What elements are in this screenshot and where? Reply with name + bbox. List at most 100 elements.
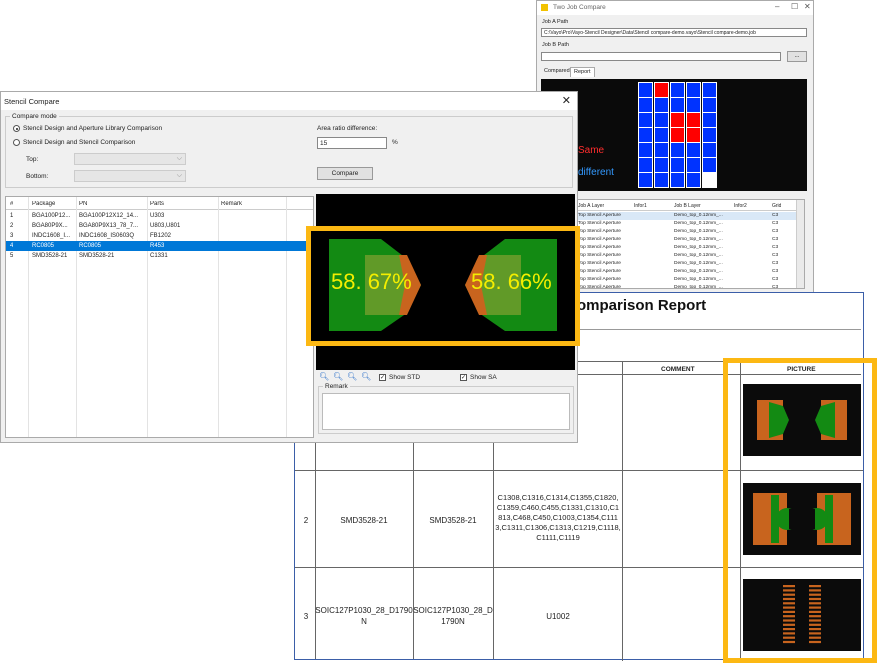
grid-cell[interactable]: [654, 172, 669, 188]
grid-cell[interactable]: [702, 172, 717, 188]
table-row[interactable]: Top Stencil Aperture Demo_top_0.12mm_... C…: [576, 268, 804, 276]
grid-cell[interactable]: [670, 82, 685, 98]
grid-cell[interactable]: [654, 112, 669, 128]
grid-cell[interactable]: [686, 172, 701, 188]
grid-cell[interactable]: [654, 157, 669, 173]
col-divider: [622, 361, 623, 661]
table-cell: C3: [772, 213, 779, 218]
table-cell: Demo_top_0.12mm_...: [674, 285, 723, 289]
grid-cell[interactable]: [638, 127, 653, 143]
zoom-fit-icon[interactable]: 🔍︎: [347, 372, 357, 381]
zoom-window-icon[interactable]: 🔍︎: [361, 372, 371, 381]
col-package[interactable]: Package: [32, 201, 55, 207]
grid-cell[interactable]: [654, 127, 669, 143]
legend-different: different: [578, 167, 614, 178]
col-pn[interactable]: PN: [79, 201, 87, 207]
radio-aperture-library[interactable]: [13, 125, 20, 132]
table-row[interactable]: Top Stencil Aperture Demo_top_0.12mm_... C…: [576, 244, 804, 252]
radio-aperture-library-label[interactable]: Stencil Design and Aperture Library Comp…: [23, 125, 162, 132]
tab-report[interactable]: Report: [570, 67, 595, 77]
grid-cell[interactable]: [702, 142, 717, 158]
grid-cell[interactable]: [670, 112, 685, 128]
radio-stencil-comparison-label[interactable]: Stencil Design and Stencil Comparison: [23, 139, 135, 146]
table-row[interactable]: Top Stencil Aperture Demo_top_0.12mm_... C…: [576, 276, 804, 284]
row-pn: SMD3528-21: [429, 516, 477, 525]
list-item[interactable]: 4 RC0805 RC0805 R453: [6, 241, 313, 251]
table-cell: Top Stencil Aperture: [578, 237, 621, 242]
remark-textarea[interactable]: [322, 393, 570, 430]
compare-mode-group: Compare mode Stencil Design and Aperture…: [5, 113, 573, 188]
maximize-icon[interactable]: ☐: [791, 2, 798, 11]
compare-button[interactable]: Compare: [317, 167, 373, 180]
list-cell: U303: [150, 213, 165, 219]
grid-cell[interactable]: [702, 112, 717, 128]
top-select[interactable]: ⌵: [74, 153, 186, 165]
table-row[interactable]: Top Stencil Aperture Demo_top_0.12mm_... C…: [576, 212, 804, 220]
col-index[interactable]: #: [10, 201, 13, 207]
grid-cell[interactable]: [654, 142, 669, 158]
grid-cell[interactable]: [686, 127, 701, 143]
zoom-out-icon[interactable]: 🔍︎: [333, 372, 343, 381]
table-cell: C3: [772, 237, 779, 242]
grid-cell[interactable]: [686, 157, 701, 173]
job-a-path-field[interactable]: C:\Vayo\Pro\Vayo-Stencil Designer\Data\S…: [541, 28, 807, 37]
tab-compared[interactable]: Compared: [541, 67, 573, 77]
list-cell: 2: [10, 223, 14, 229]
table-row[interactable]: Top Stencil Aperture Demo_top_0.12mm_... C…: [576, 252, 804, 260]
list-item[interactable]: 5 SMD3528-21 SMD3528-21 C1331: [6, 251, 313, 261]
table-row[interactable]: Top Stencil Aperture Demo_top_0.12mm_... C…: [576, 236, 804, 244]
preview-toolbar: 🔍︎ 🔍︎ 🔍︎ 🔍︎ ✓ Show STD ✓ Show SA: [319, 372, 574, 384]
grid-cell[interactable]: [686, 82, 701, 98]
show-std-label: Show STD: [389, 374, 421, 381]
table-row[interactable]: Top Stencil Aperture Demo_top_0.12mm_... C…: [576, 220, 804, 228]
grid-cell[interactable]: [638, 157, 653, 173]
col-comment: COMMENT: [661, 366, 695, 373]
package-list: # Package PN Parts Remark 1 BGA100P12... B…: [5, 196, 314, 438]
table-row[interactable]: Top Stencil Aperture Demo_top_0.12mm_... C…: [576, 228, 804, 236]
grid-cell[interactable]: [670, 157, 685, 173]
col-parts[interactable]: Parts: [150, 201, 164, 207]
minimize-icon[interactable]: –: [775, 2, 779, 11]
grid-cell[interactable]: [702, 157, 717, 173]
chevron-down-icon: ⌵: [176, 155, 182, 162]
grid-cell[interactable]: [702, 82, 717, 98]
col-remark[interactable]: Remark: [221, 201, 242, 207]
bottom-select[interactable]: ⌵: [74, 170, 186, 182]
show-std-checkbox[interactable]: ✓: [379, 374, 386, 381]
table-cell: Demo_top_0.12mm_...: [674, 221, 723, 226]
grid-cell[interactable]: [638, 97, 653, 113]
grid-cell[interactable]: [638, 82, 653, 98]
radio-stencil-comparison[interactable]: [13, 139, 20, 146]
grid-cell[interactable]: [686, 97, 701, 113]
layer-table-scrollbar[interactable]: [796, 200, 804, 288]
grid-cell[interactable]: [654, 97, 669, 113]
grid-cell[interactable]: [702, 127, 717, 143]
grid-cell[interactable]: [638, 112, 653, 128]
table-cell: Demo_top_0.12mm_...: [674, 269, 723, 274]
area-ratio-input[interactable]: 15: [317, 137, 387, 149]
list-item[interactable]: 3 INDC1608_I... INDC1608_IS0603Q FB1202: [6, 231, 313, 241]
browse-button[interactable]: ...: [787, 51, 807, 62]
grid-cell[interactable]: [670, 172, 685, 188]
grid-cell[interactable]: [686, 112, 701, 128]
zoom-in-icon[interactable]: 🔍︎: [319, 372, 329, 381]
grid-cell[interactable]: [670, 142, 685, 158]
table-row[interactable]: Top Stencil Aperture Demo_top_0.12mm_... C…: [576, 284, 804, 289]
job-b-path-field[interactable]: [541, 52, 781, 61]
col-grid: Grid: [772, 203, 782, 209]
grid-cell[interactable]: [670, 127, 685, 143]
show-sa-checkbox[interactable]: ✓: [460, 374, 467, 381]
grid-cell[interactable]: [638, 142, 653, 158]
grid-cell[interactable]: [638, 172, 653, 188]
layer-table-header: Job A Layer Infor1 Job B Layer Infor2 Gr…: [576, 200, 804, 211]
table-row[interactable]: Top Stencil Aperture Demo_top_0.12mm_... C…: [576, 260, 804, 268]
list-item[interactable]: 2 BGA80P9X... BGA80P9X13_78_7... U803,U801: [6, 221, 313, 231]
grid-cell[interactable]: [654, 82, 669, 98]
grid-cell[interactable]: [670, 97, 685, 113]
close-icon[interactable]: ✕: [804, 2, 811, 11]
list-item[interactable]: 1 BGA100P12... BGA100P12X12_14... U303: [6, 211, 313, 221]
list-cell: 1: [10, 213, 14, 219]
grid-cell[interactable]: [702, 97, 717, 113]
close-icon[interactable]: ✕: [562, 94, 571, 107]
grid-cell[interactable]: [686, 142, 701, 158]
